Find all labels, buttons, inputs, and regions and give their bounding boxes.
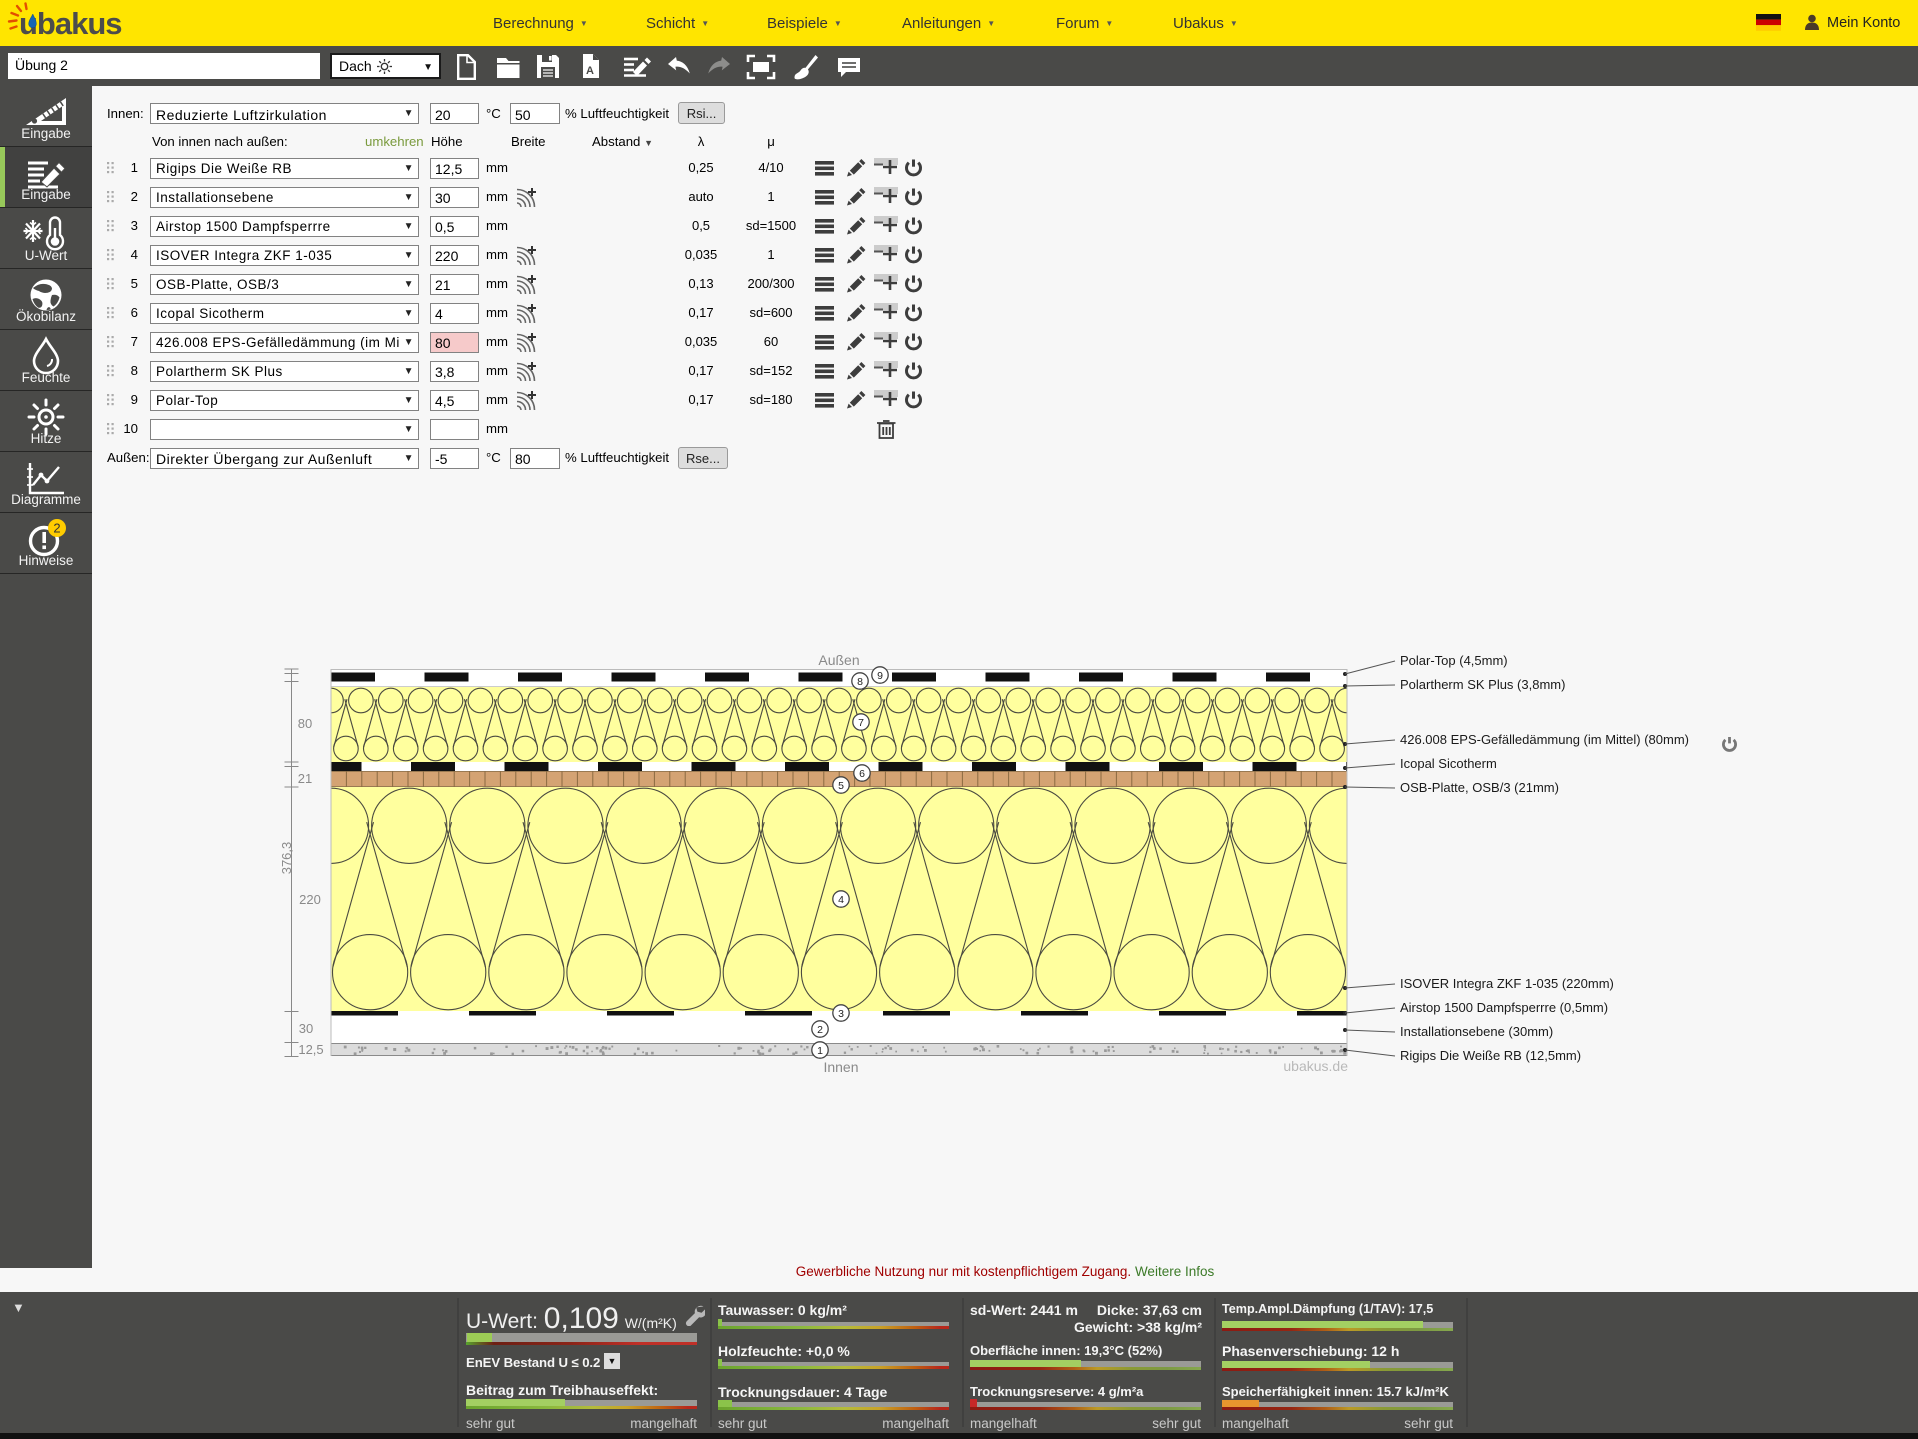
svg-text:Installationsebene (30mm): Installationsebene (30mm) [1400,1024,1553,1039]
svg-text:2: 2 [817,1024,823,1036]
svg-text:Airstop 1500 Dampfsperrre (0,5: Airstop 1500 Dampfsperrre (0,5mm) [1400,1000,1608,1015]
svg-text:426.008 EPS-Gefälledämmung (im: 426.008 EPS-Gefälledämmung (im Mittel) (… [1400,732,1689,747]
svg-text:376,3: 376,3 [279,842,294,875]
svg-text:Rigips Die Weiße RB (12,5mm): Rigips Die Weiße RB (12,5mm) [1400,1048,1581,1063]
svg-text:ubakus.de: ubakus.de [1283,1058,1348,1074]
svg-text:5: 5 [838,780,844,792]
svg-text:Innen: Innen [823,1059,858,1075]
svg-text:1: 1 [817,1045,823,1057]
svg-text:Polar-Top (4,5mm): Polar-Top (4,5mm) [1400,653,1508,668]
svg-text:9: 9 [877,670,883,682]
svg-text:ISOVER Integra ZKF 1-035 (220m: ISOVER Integra ZKF 1-035 (220mm) [1400,976,1614,991]
svg-text:OSB-Platte, OSB/3 (21mm): OSB-Platte, OSB/3 (21mm) [1400,780,1559,795]
svg-text:220: 220 [299,892,321,907]
svg-text:Icopal Sicotherm: Icopal Sicotherm [1400,756,1497,771]
svg-text:4: 4 [838,894,844,906]
svg-text:6: 6 [859,768,865,780]
svg-text:8: 8 [857,676,863,688]
svg-text:12,5: 12,5 [298,1042,323,1057]
svg-text:21: 21 [298,771,312,786]
svg-text:Polartherm SK Plus (3,8mm): Polartherm SK Plus (3,8mm) [1400,677,1565,692]
svg-text:Außen: Außen [818,652,859,668]
svg-text:3: 3 [838,1008,844,1020]
svg-text:30: 30 [299,1021,313,1036]
svg-text:80: 80 [298,716,312,731]
svg-text:7: 7 [858,717,864,729]
